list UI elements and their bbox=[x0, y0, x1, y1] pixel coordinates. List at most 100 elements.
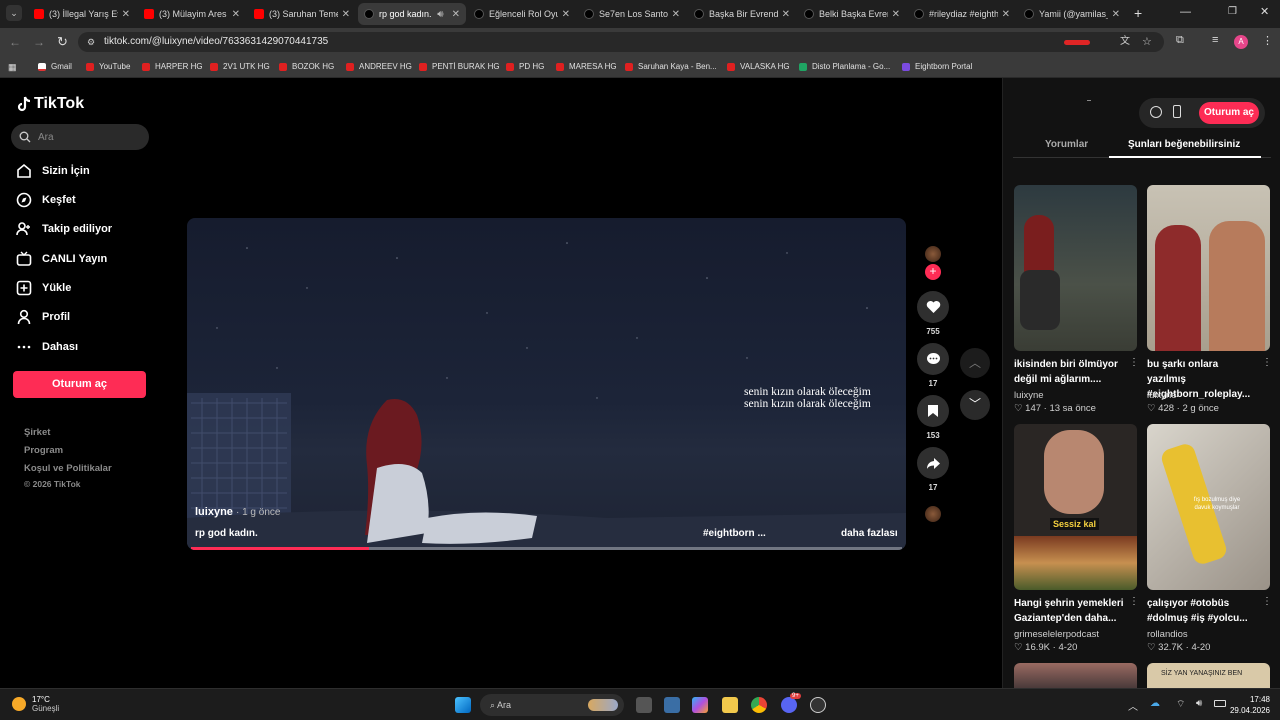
address-bar[interactable]: ⚙ tiktok.com/@luixyne/video/763363142907… bbox=[78, 32, 1164, 52]
app-icon[interactable] bbox=[810, 697, 826, 713]
footer-link-company[interactable]: Şirket bbox=[24, 427, 50, 438]
bookmark-item[interactable]: PENTİ BURAK HG bbox=[419, 62, 500, 71]
translate-icon[interactable]: 文 bbox=[1120, 32, 1130, 52]
bookmark-item[interactable]: BOZOK HG bbox=[279, 62, 334, 71]
bookmark-item[interactable]: VALASKA HG bbox=[727, 62, 790, 71]
bookmark-item[interactable]: Gmail bbox=[38, 62, 72, 71]
site-info-icon[interactable]: ⚙ bbox=[87, 32, 95, 52]
previous-video-button[interactable]: ︿ bbox=[960, 348, 990, 378]
share-button[interactable] bbox=[917, 447, 949, 479]
discord-icon[interactable] bbox=[781, 697, 797, 713]
video-card-author[interactable]: grimeselelerpodcast bbox=[1014, 629, 1099, 640]
store-icon[interactable] bbox=[664, 697, 680, 713]
more-link[interactable]: daha fazlası bbox=[841, 528, 898, 539]
restore-button[interactable]: ❐ bbox=[1228, 6, 1237, 17]
browser-tab[interactable]: Se7en Los Santos ✕ bbox=[578, 3, 686, 25]
nav-upload[interactable]: Yükle bbox=[16, 280, 71, 296]
browser-tab[interactable]: Belki Başka Evren ✕ bbox=[798, 3, 906, 25]
video-player[interactable]: senin kızın olarak öleceğim senin kızın … bbox=[187, 218, 906, 550]
like-button[interactable] bbox=[917, 291, 949, 323]
progress-track[interactable] bbox=[191, 547, 902, 550]
weather-widget[interactable]: 17°C Güneşli bbox=[12, 695, 59, 713]
card-more-icon[interactable]: ⋮ bbox=[1262, 357, 1272, 368]
tiktok-logo[interactable]: TikTok bbox=[16, 95, 84, 113]
follow-plus-icon[interactable]: + bbox=[925, 264, 941, 280]
phone-icon[interactable] bbox=[1173, 105, 1181, 118]
browser-tab[interactable]: Yamii (@yamilas_ ✕ bbox=[1018, 3, 1126, 25]
speaker-icon[interactable]: 🔊︎ bbox=[437, 9, 443, 20]
close-icon[interactable]: ✕ bbox=[232, 9, 240, 20]
video-hashtag[interactable]: #eightborn ... bbox=[703, 528, 766, 539]
comment-button[interactable] bbox=[917, 343, 949, 375]
video-card-title[interactable]: ikisinden biri ölmüyor değil mi ağlarım.… bbox=[1014, 357, 1126, 387]
nav-profile[interactable]: Profil bbox=[16, 309, 70, 325]
close-icon[interactable]: ✕ bbox=[1112, 9, 1120, 20]
bookmark-item[interactable]: Disto Planlama - Go... bbox=[799, 62, 890, 71]
file-explorer-icon[interactable] bbox=[722, 697, 738, 713]
bookmark-star-icon[interactable]: ☆ bbox=[1142, 32, 1152, 52]
copilot-icon[interactable] bbox=[692, 697, 708, 713]
video-card-thumbnail[interactable]: SİZ YAN YANAŞINIZ BEN bbox=[1147, 663, 1270, 688]
creator-avatar[interactable] bbox=[925, 246, 941, 262]
card-more-icon[interactable]: ⋮ bbox=[1129, 357, 1139, 368]
login-button[interactable]: Oturum aç bbox=[13, 371, 146, 398]
video-card-thumbnail[interactable]: Sessiz kal bbox=[1014, 424, 1137, 590]
cloud-icon[interactable]: ☁ bbox=[1150, 698, 1160, 709]
close-icon[interactable]: ✕ bbox=[892, 9, 900, 20]
music-disc-icon[interactable] bbox=[925, 506, 941, 522]
close-icon[interactable]: ✕ bbox=[1002, 9, 1010, 20]
media-control-icon[interactable]: ≡ bbox=[1212, 34, 1218, 46]
nav-following[interactable]: Takip ediliyor bbox=[16, 221, 112, 237]
video-card-title[interactable]: Hangi şehrin yemekleri Gaziantep'den dah… bbox=[1014, 596, 1126, 626]
browser-tab[interactable]: (3) İllegal Yarış Eti ✕ bbox=[28, 3, 136, 25]
video-card-author[interactable]: luixyne bbox=[1014, 390, 1044, 401]
task-view-icon[interactable] bbox=[636, 697, 652, 713]
save-button[interactable] bbox=[917, 395, 949, 427]
menu-icon[interactable]: ⋮ bbox=[1262, 34, 1273, 47]
panel-login-button[interactable]: Oturum aç bbox=[1199, 102, 1259, 124]
video-card-thumbnail[interactable] bbox=[1014, 185, 1137, 351]
nav-live[interactable]: CANLI Yayın bbox=[16, 251, 107, 267]
video-card-thumbnail[interactable]: fış bozulmuş diye davuk koymuşlar bbox=[1147, 424, 1270, 590]
apps-icon[interactable]: ▦ bbox=[8, 62, 17, 73]
bookmark-item[interactable]: MARESA HG bbox=[556, 62, 617, 71]
bookmark-item[interactable]: ANDREEV HG bbox=[346, 62, 412, 71]
close-icon[interactable]: ✕ bbox=[342, 9, 350, 20]
tab-search-button[interactable]: ⌄ bbox=[6, 5, 22, 21]
next-video-button[interactable]: ﹀ bbox=[960, 390, 990, 420]
reload-button[interactable]: ↻ bbox=[57, 34, 68, 50]
video-card-author[interactable]: luixyne bbox=[1147, 390, 1177, 401]
video-card-thumbnail[interactable] bbox=[1014, 663, 1137, 688]
nav-explore[interactable]: Keşfet bbox=[16, 192, 76, 208]
tray-overflow-icon[interactable]: ︿ bbox=[1128, 698, 1138, 713]
bookmark-item[interactable]: Eightborn Portal bbox=[902, 62, 972, 71]
search-input[interactable]: Ara bbox=[11, 124, 149, 150]
volume-icon[interactable]: 🔊︎ bbox=[1196, 698, 1202, 709]
bookmark-item[interactable]: 2V1 UTK HG bbox=[210, 62, 270, 71]
bookmark-item[interactable]: PD HG bbox=[506, 62, 544, 71]
nav-for-you[interactable]: Sizin İçin bbox=[16, 163, 90, 179]
bookmark-item[interactable]: HARPER HG bbox=[142, 62, 203, 71]
browser-tab[interactable]: (3) Mülayim Ares ✕ bbox=[138, 3, 246, 25]
card-more-icon[interactable]: ⋮ bbox=[1129, 596, 1139, 607]
forward-button[interactable]: → bbox=[33, 35, 45, 49]
close-icon[interactable]: ✕ bbox=[122, 9, 130, 20]
nav-more[interactable]: Dahası bbox=[16, 339, 78, 355]
extensions-icon[interactable]: ⧉ bbox=[1176, 34, 1184, 47]
video-author[interactable]: luixyne · 1 g önce bbox=[195, 506, 280, 518]
card-more-icon[interactable]: ⋮ bbox=[1262, 596, 1272, 607]
footer-link-program[interactable]: Program bbox=[24, 445, 63, 456]
browser-tab[interactable]: Eğlenceli Rol Oyu ✕ bbox=[468, 3, 576, 25]
browser-tab[interactable]: Başka Bir Evrende ✕ bbox=[688, 3, 796, 25]
close-icon[interactable]: ✕ bbox=[562, 9, 570, 20]
taskbar-search[interactable]: ⌕ Ara bbox=[480, 694, 624, 716]
bookmark-item[interactable]: Saruhan Kaya - Ben... bbox=[625, 62, 717, 71]
video-card-title[interactable]: çalışıyor #otobüs #dolmuş #iş #yolcu... bbox=[1147, 596, 1259, 626]
back-button[interactable]: ← bbox=[9, 35, 21, 49]
clock[interactable]: 17:48 29.04.2026 bbox=[1226, 694, 1270, 716]
window-close-button[interactable]: ✕ bbox=[1260, 5, 1269, 18]
profile-avatar[interactable]: A bbox=[1234, 35, 1248, 49]
new-tab-button[interactable]: + bbox=[1134, 5, 1142, 21]
tab-you-may-like[interactable]: Şunları beğenebilirsiniz bbox=[1128, 139, 1240, 150]
minimize-button[interactable]: — bbox=[1180, 6, 1191, 18]
